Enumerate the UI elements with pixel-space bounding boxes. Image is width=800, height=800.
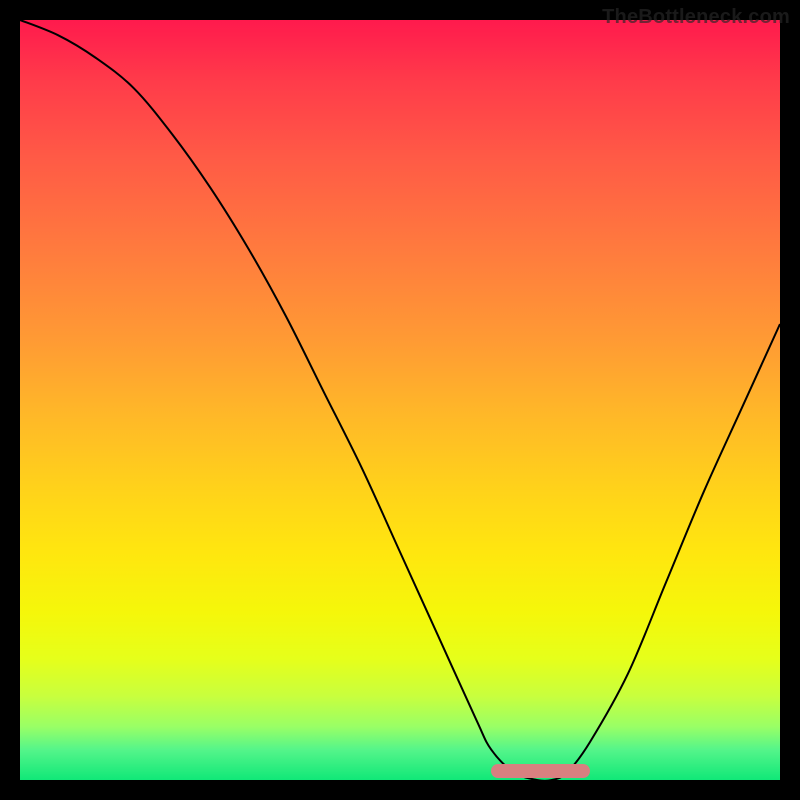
bottleneck-curve <box>20 20 780 780</box>
plot-area <box>20 20 780 780</box>
watermark: TheBottleneck.com <box>602 6 790 29</box>
curve-svg <box>20 20 780 780</box>
chart-stage: TheBottleneck.com <box>0 0 800 800</box>
optimal-marker <box>491 764 590 778</box>
